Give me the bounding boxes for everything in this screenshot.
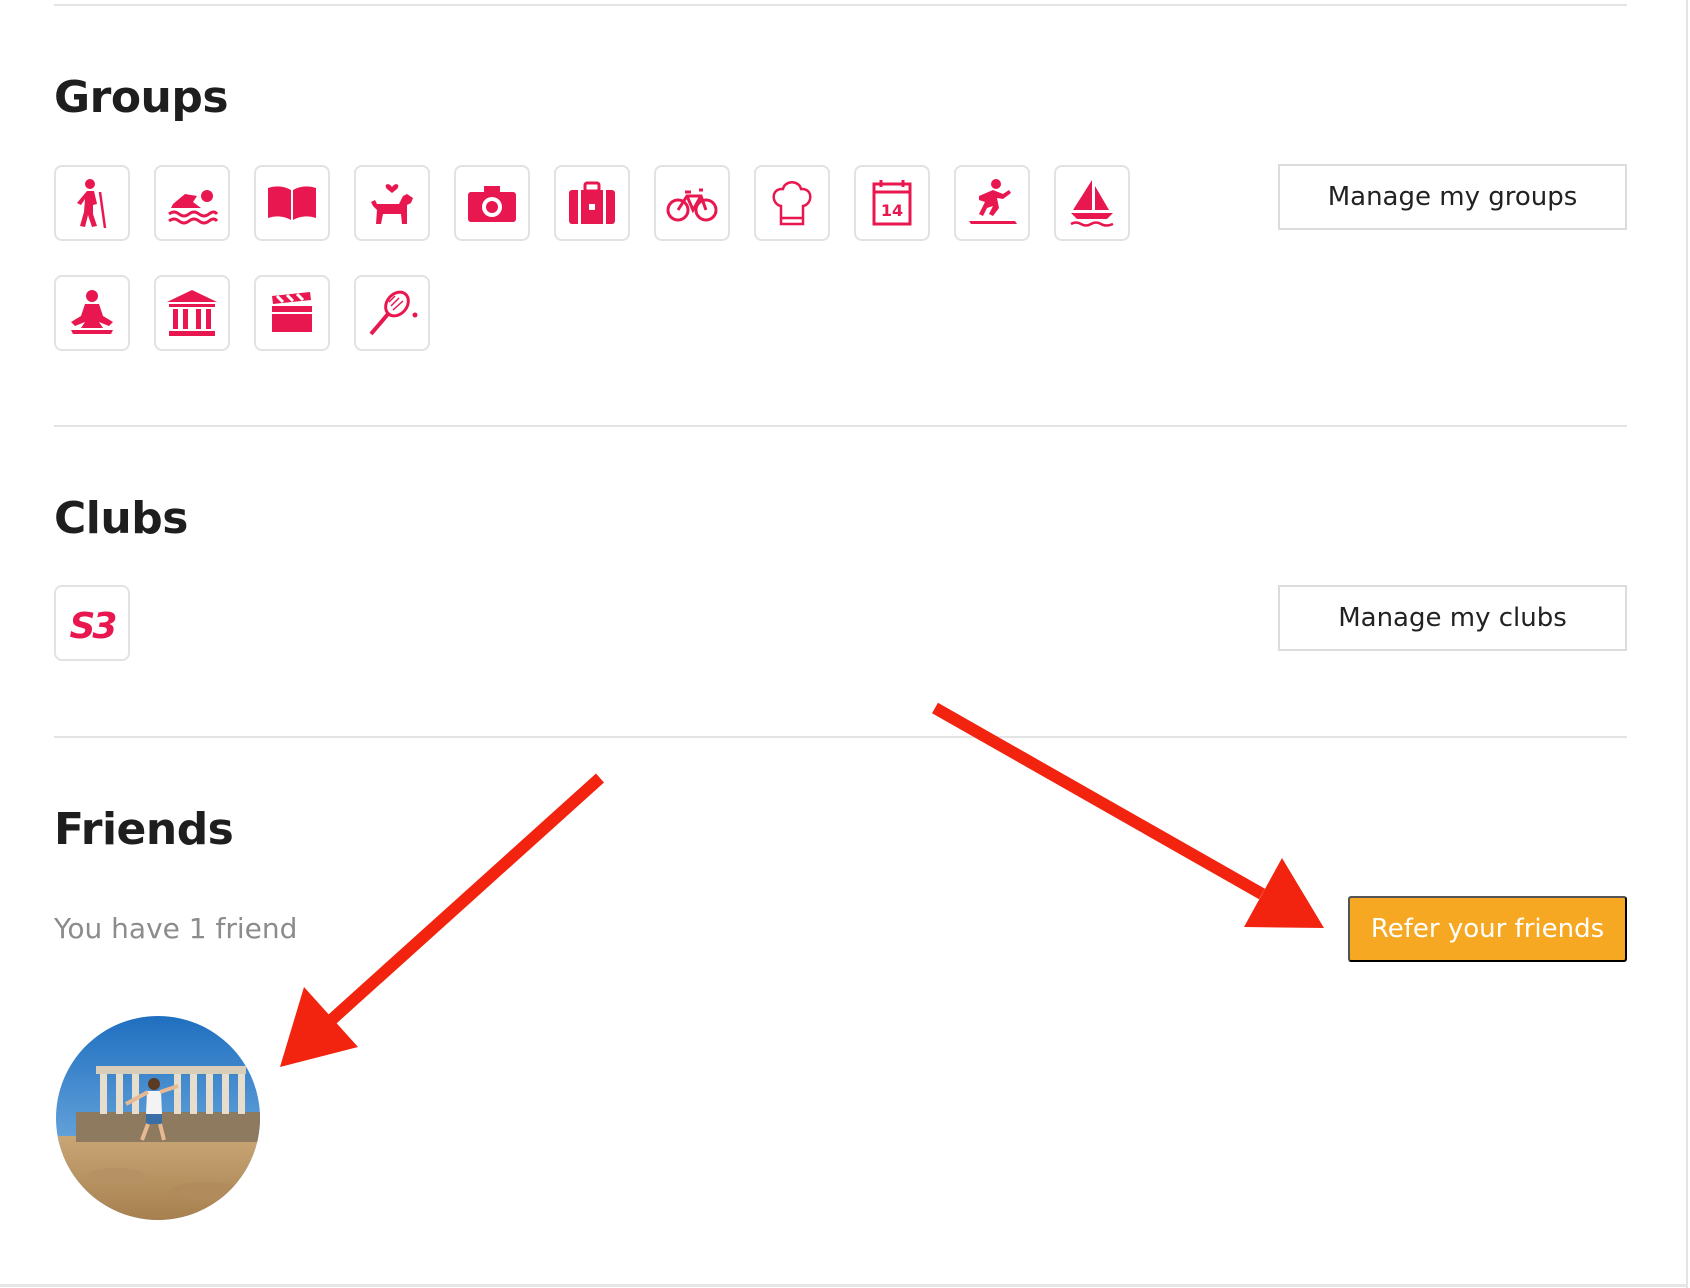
friends-title: Friends [54,804,234,855]
dog-icon[interactable] [354,165,430,241]
swimming-icon[interactable] [154,165,230,241]
groups-title: Groups [54,72,229,123]
calendar-icon[interactable]: 14 [854,165,930,241]
top-divider [54,4,1627,6]
book-icon[interactable] [254,165,330,241]
clubs-title: Clubs [54,493,188,544]
bicycle-icon[interactable] [654,165,730,241]
chef-hat-icon[interactable] [754,165,830,241]
club-logo-icon[interactable]: S3 [54,585,130,661]
manage-groups-button[interactable]: Manage my groups [1278,164,1627,230]
profile-page: Groups Manage my groups 14 Clubs Manage … [0,0,1690,1288]
hiking-icon[interactable] [54,165,130,241]
panel-right-border [1686,0,1688,1288]
manage-clubs-button[interactable]: Manage my clubs [1278,585,1627,651]
clapperboard-icon[interactable] [254,275,330,351]
panel-bottom-border [0,1284,1688,1287]
refer-friends-button[interactable]: Refer your friends [1348,896,1627,962]
camera-icon[interactable] [454,165,530,241]
club-logo-text: S3 [70,606,116,647]
tennis-icon[interactable] [354,275,430,351]
groups-divider [54,425,1627,427]
friend-avatar[interactable] [56,1016,260,1220]
museum-icon[interactable] [154,275,230,351]
sailboat-icon[interactable] [1054,165,1130,241]
friend-count-text: You have 1 friend [54,912,298,945]
calendar-day-text: 14 [881,201,903,220]
clubs-divider [54,736,1627,738]
yoga-icon[interactable] [54,275,130,351]
surfing-icon[interactable] [954,165,1030,241]
suitcase-icon[interactable] [554,165,630,241]
